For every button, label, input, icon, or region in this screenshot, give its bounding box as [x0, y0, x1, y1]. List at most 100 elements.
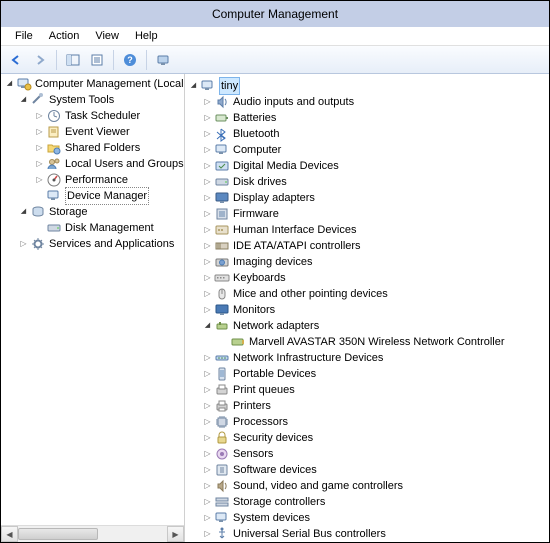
expander-icon[interactable] — [201, 160, 214, 173]
expander-icon[interactable] — [201, 224, 214, 237]
tree-node-shared-folders[interactable]: Shared Folders — [1, 140, 184, 156]
horizontal-scrollbar[interactable]: ◀ ▶ — [1, 525, 184, 542]
tree-node-disk-management[interactable]: Disk Management — [1, 220, 184, 236]
device-category[interactable]: Sensors — [185, 446, 549, 462]
menu-action[interactable]: Action — [41, 28, 88, 44]
help-button[interactable]: ? — [119, 49, 141, 71]
device-category[interactable]: Software devices — [185, 462, 549, 478]
expander-icon[interactable] — [201, 416, 214, 429]
expander-icon[interactable] — [201, 480, 214, 493]
expander-icon[interactable] — [187, 80, 200, 93]
device-label: Mice and other pointing devices — [233, 286, 388, 302]
device-category[interactable]: Keyboards — [185, 270, 549, 286]
expander-icon[interactable] — [201, 464, 214, 477]
expander-icon[interactable] — [201, 304, 214, 317]
menu-help[interactable]: Help — [127, 28, 166, 44]
expander-icon[interactable] — [201, 288, 214, 301]
tree-node-device-manager[interactable]: Device Manager — [1, 188, 184, 204]
device-category[interactable]: Security devices — [185, 430, 549, 446]
scroll-thumb[interactable] — [18, 528, 98, 540]
device-item[interactable]: Marvell AVASTAR 350N Wireless Network Co… — [185, 334, 549, 350]
show-hide-tree-button[interactable] — [62, 49, 84, 71]
expander-icon[interactable] — [3, 78, 16, 91]
expander-icon[interactable] — [201, 448, 214, 461]
tree-label: Performance — [65, 172, 128, 188]
device-category[interactable]: Universal Serial Bus controllers — [185, 526, 549, 542]
expander-icon[interactable] — [33, 110, 46, 123]
tree-node-system-tools[interactable]: System Tools — [1, 92, 184, 108]
device-category[interactable]: Human Interface Devices — [185, 222, 549, 238]
toolbar-separator — [146, 50, 147, 70]
device-category[interactable]: Network Infrastructure Devices — [185, 350, 549, 366]
tree-node-performance[interactable]: Performance — [1, 172, 184, 188]
device-category[interactable]: Computer — [185, 142, 549, 158]
expander-icon[interactable] — [17, 206, 30, 219]
expander-icon[interactable] — [201, 352, 214, 365]
expander-icon[interactable] — [201, 128, 214, 141]
expander-icon[interactable] — [201, 112, 214, 125]
expander-icon[interactable] — [201, 384, 214, 397]
back-button[interactable] — [5, 49, 27, 71]
scan-hardware-button[interactable] — [152, 49, 174, 71]
device-category[interactable]: Sound, video and game controllers — [185, 478, 549, 494]
device-category[interactable]: Digital Media Devices — [185, 158, 549, 174]
device-tree[interactable]: tiny Audio inputs and outputs Batteries … — [185, 76, 549, 542]
tree-node-task-scheduler[interactable]: Task Scheduler — [1, 108, 184, 124]
tree-node-local-users[interactable]: Local Users and Groups — [1, 156, 184, 172]
device-category[interactable]: Imaging devices — [185, 254, 549, 270]
device-category[interactable]: Audio inputs and outputs — [185, 94, 549, 110]
expander-icon[interactable] — [201, 320, 214, 333]
expander-icon[interactable] — [201, 400, 214, 413]
menu-view[interactable]: View — [87, 28, 127, 44]
expander-icon[interactable] — [201, 208, 214, 221]
expander-icon[interactable] — [201, 256, 214, 269]
device-category[interactable]: Firmware — [185, 206, 549, 222]
expander-icon[interactable] — [201, 144, 214, 157]
device-category[interactable]: Print queues — [185, 382, 549, 398]
expander-icon[interactable] — [201, 368, 214, 381]
expander-icon[interactable] — [33, 158, 46, 171]
tree-node-root[interactable]: Computer Management (Local — [1, 76, 184, 92]
device-category[interactable]: Processors — [185, 414, 549, 430]
device-category[interactable]: Portable Devices — [185, 366, 549, 382]
tree-node-services-apps[interactable]: Services and Applications — [1, 236, 184, 252]
forward-button[interactable] — [29, 49, 51, 71]
device-category[interactable]: Storage controllers — [185, 494, 549, 510]
tree-node-event-viewer[interactable]: Event Viewer — [1, 124, 184, 140]
device-category[interactable]: Network adapters — [185, 318, 549, 334]
expander-icon[interactable] — [201, 192, 214, 205]
expander-icon[interactable] — [201, 528, 214, 541]
device-category[interactable]: System devices — [185, 510, 549, 526]
scroll-right-button[interactable]: ▶ — [167, 526, 184, 542]
device-label: Sensors — [233, 446, 273, 462]
expander-icon[interactable] — [17, 94, 30, 107]
expander-icon[interactable] — [201, 432, 214, 445]
console-tree[interactable]: Computer Management (Local System Tools … — [1, 74, 184, 525]
left-pane: Computer Management (Local System Tools … — [1, 74, 185, 542]
device-category[interactable]: Bluetooth — [185, 126, 549, 142]
expander-icon[interactable] — [33, 142, 46, 155]
device-category[interactable]: Monitors — [185, 302, 549, 318]
properties-button[interactable] — [86, 49, 108, 71]
device-category[interactable]: Mice and other pointing devices — [185, 286, 549, 302]
menu-file[interactable]: File — [7, 28, 41, 44]
device-category[interactable]: Display adapters — [185, 190, 549, 206]
expander-icon[interactable] — [201, 240, 214, 253]
device-category[interactable]: Disk drives — [185, 174, 549, 190]
expander-icon[interactable] — [201, 176, 214, 189]
expander-icon[interactable] — [201, 272, 214, 285]
expander-icon[interactable] — [201, 512, 214, 525]
expander-icon[interactable] — [201, 96, 214, 109]
firmware-icon — [214, 206, 230, 222]
device-root[interactable]: tiny — [185, 78, 549, 94]
device-category[interactable]: Batteries — [185, 110, 549, 126]
expander-icon[interactable] — [17, 238, 30, 251]
expander-icon[interactable] — [201, 496, 214, 509]
expander-icon[interactable] — [33, 174, 46, 187]
scroll-track[interactable] — [98, 526, 167, 542]
tree-node-storage[interactable]: Storage — [1, 204, 184, 220]
scroll-left-button[interactable]: ◀ — [1, 526, 18, 542]
device-category[interactable]: Printers — [185, 398, 549, 414]
expander-icon[interactable] — [33, 126, 46, 139]
device-category[interactable]: IDE ATA/ATAPI controllers — [185, 238, 549, 254]
